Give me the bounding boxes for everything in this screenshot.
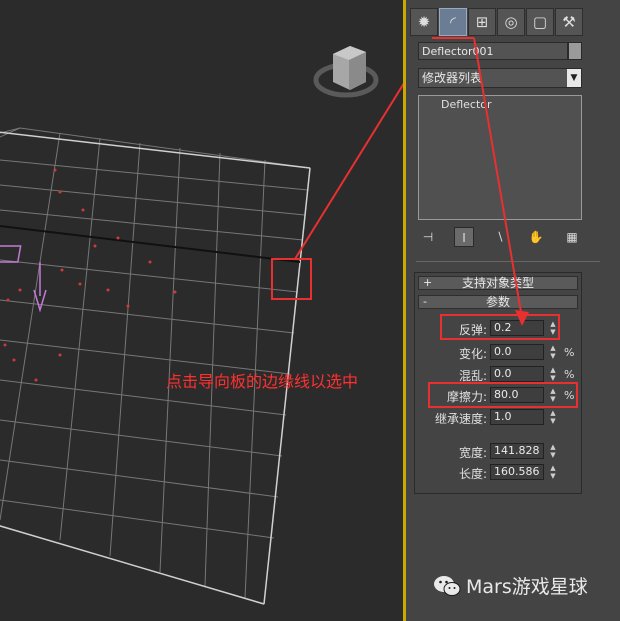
width-input[interactable]: 141.828 bbox=[490, 443, 544, 459]
object-color-swatch[interactable] bbox=[568, 42, 582, 60]
spinner-icon[interactable]: ▲ ▼ bbox=[548, 409, 558, 425]
inherit-velocity-label: 继承速度: bbox=[434, 412, 487, 426]
spinner-icon[interactable]: ▲ ▼ bbox=[548, 344, 558, 360]
percent-unit: % bbox=[564, 346, 575, 359]
stack-toolbar: ⊣ Ⅰ ∖ ✋ ▦ bbox=[418, 226, 582, 248]
show-end-result-icon[interactable]: Ⅰ bbox=[454, 227, 474, 247]
viewcube-icon[interactable] bbox=[313, 46, 379, 98]
hierarchy-tab-icon[interactable]: ⊞ bbox=[468, 8, 496, 36]
param-inherit-velocity: 继承速度: 1.0 ▲ ▼ bbox=[418, 409, 578, 427]
spinner-icon[interactable]: ▲ ▼ bbox=[548, 443, 558, 459]
spinner-icon[interactable]: ▲ ▼ bbox=[548, 366, 558, 382]
rollout-title: 参数 bbox=[485, 295, 510, 309]
watermark-text: Mars游戏星球 bbox=[466, 576, 588, 598]
param-width: 宽度: 141.828 ▲ ▼ bbox=[418, 443, 578, 461]
rollout-supported-types[interactable]: + 支持对象类型 bbox=[418, 276, 578, 290]
inherit-velocity-input[interactable]: 1.0 bbox=[490, 409, 544, 425]
bounce-highlight-box bbox=[440, 314, 560, 340]
watermark: Mars游戏星球 bbox=[433, 572, 588, 599]
remove-modifier-icon[interactable]: ✋ bbox=[526, 227, 546, 247]
rollout-title: 支持对象类型 bbox=[461, 276, 534, 290]
param-variation: 变化: 0.0 ▲ ▼ % bbox=[418, 344, 578, 362]
friction-highlight-box bbox=[428, 382, 578, 408]
create-tab-icon[interactable]: ✹ bbox=[410, 8, 438, 36]
configure-sets-icon[interactable]: ▦ bbox=[562, 227, 582, 247]
rollout-parameters[interactable]: - 参数 bbox=[418, 295, 578, 309]
variation-label: 变化: bbox=[458, 347, 487, 361]
pin-stack-icon[interactable]: ⊣ bbox=[418, 227, 438, 247]
divider bbox=[416, 261, 600, 262]
chevron-down-icon[interactable]: ▼ bbox=[567, 69, 581, 87]
stack-item-deflector[interactable]: Deflector bbox=[429, 98, 581, 112]
param-length: 长度: 160.586 ▲ ▼ bbox=[418, 464, 578, 482]
length-label: 长度: bbox=[458, 467, 487, 481]
modifier-list-dropdown[interactable]: 修改器列表 ▼ bbox=[418, 68, 582, 88]
utilities-tab-icon[interactable]: ⚒ bbox=[555, 8, 583, 36]
perspective-viewport[interactable]: 点击导向板的边缘线以选中 bbox=[0, 0, 404, 621]
instruction-annotation: 点击导向板的边缘线以选中 bbox=[166, 372, 359, 391]
variation-input[interactable]: 0.0 bbox=[490, 344, 544, 360]
command-panel: ✹ ◜ ⊞ ◎ ▢ ⚒ Deflector001 修改器列表 ▼ Deflect… bbox=[406, 0, 620, 621]
emitter-icon[interactable] bbox=[0, 245, 22, 263]
viewport-scene bbox=[0, 46, 404, 605]
edge-highlight-box bbox=[271, 258, 312, 300]
make-unique-icon[interactable]: ∖ bbox=[490, 227, 510, 247]
display-tab-icon[interactable]: ▢ bbox=[526, 8, 554, 36]
command-panel-tabs: ✹ ◜ ⊞ ◎ ▢ ⚒ bbox=[410, 8, 583, 36]
motion-tab-icon[interactable]: ◎ bbox=[497, 8, 525, 36]
length-input[interactable]: 160.586 bbox=[490, 464, 544, 480]
modify-tab-icon[interactable]: ◜ bbox=[439, 8, 467, 36]
chaos-input[interactable]: 0.0 bbox=[490, 366, 544, 382]
object-name-field[interactable]: Deflector001 bbox=[418, 42, 568, 60]
deflector-grid[interactable] bbox=[0, 127, 311, 605]
modifier-list-label: 修改器列表 bbox=[422, 71, 483, 85]
modifier-stack[interactable]: Deflector bbox=[418, 95, 582, 220]
spinner-icon[interactable]: ▲ ▼ bbox=[548, 464, 558, 480]
width-label: 宽度: bbox=[458, 446, 487, 460]
wechat-icon bbox=[434, 575, 461, 596]
percent-unit: % bbox=[564, 368, 575, 381]
